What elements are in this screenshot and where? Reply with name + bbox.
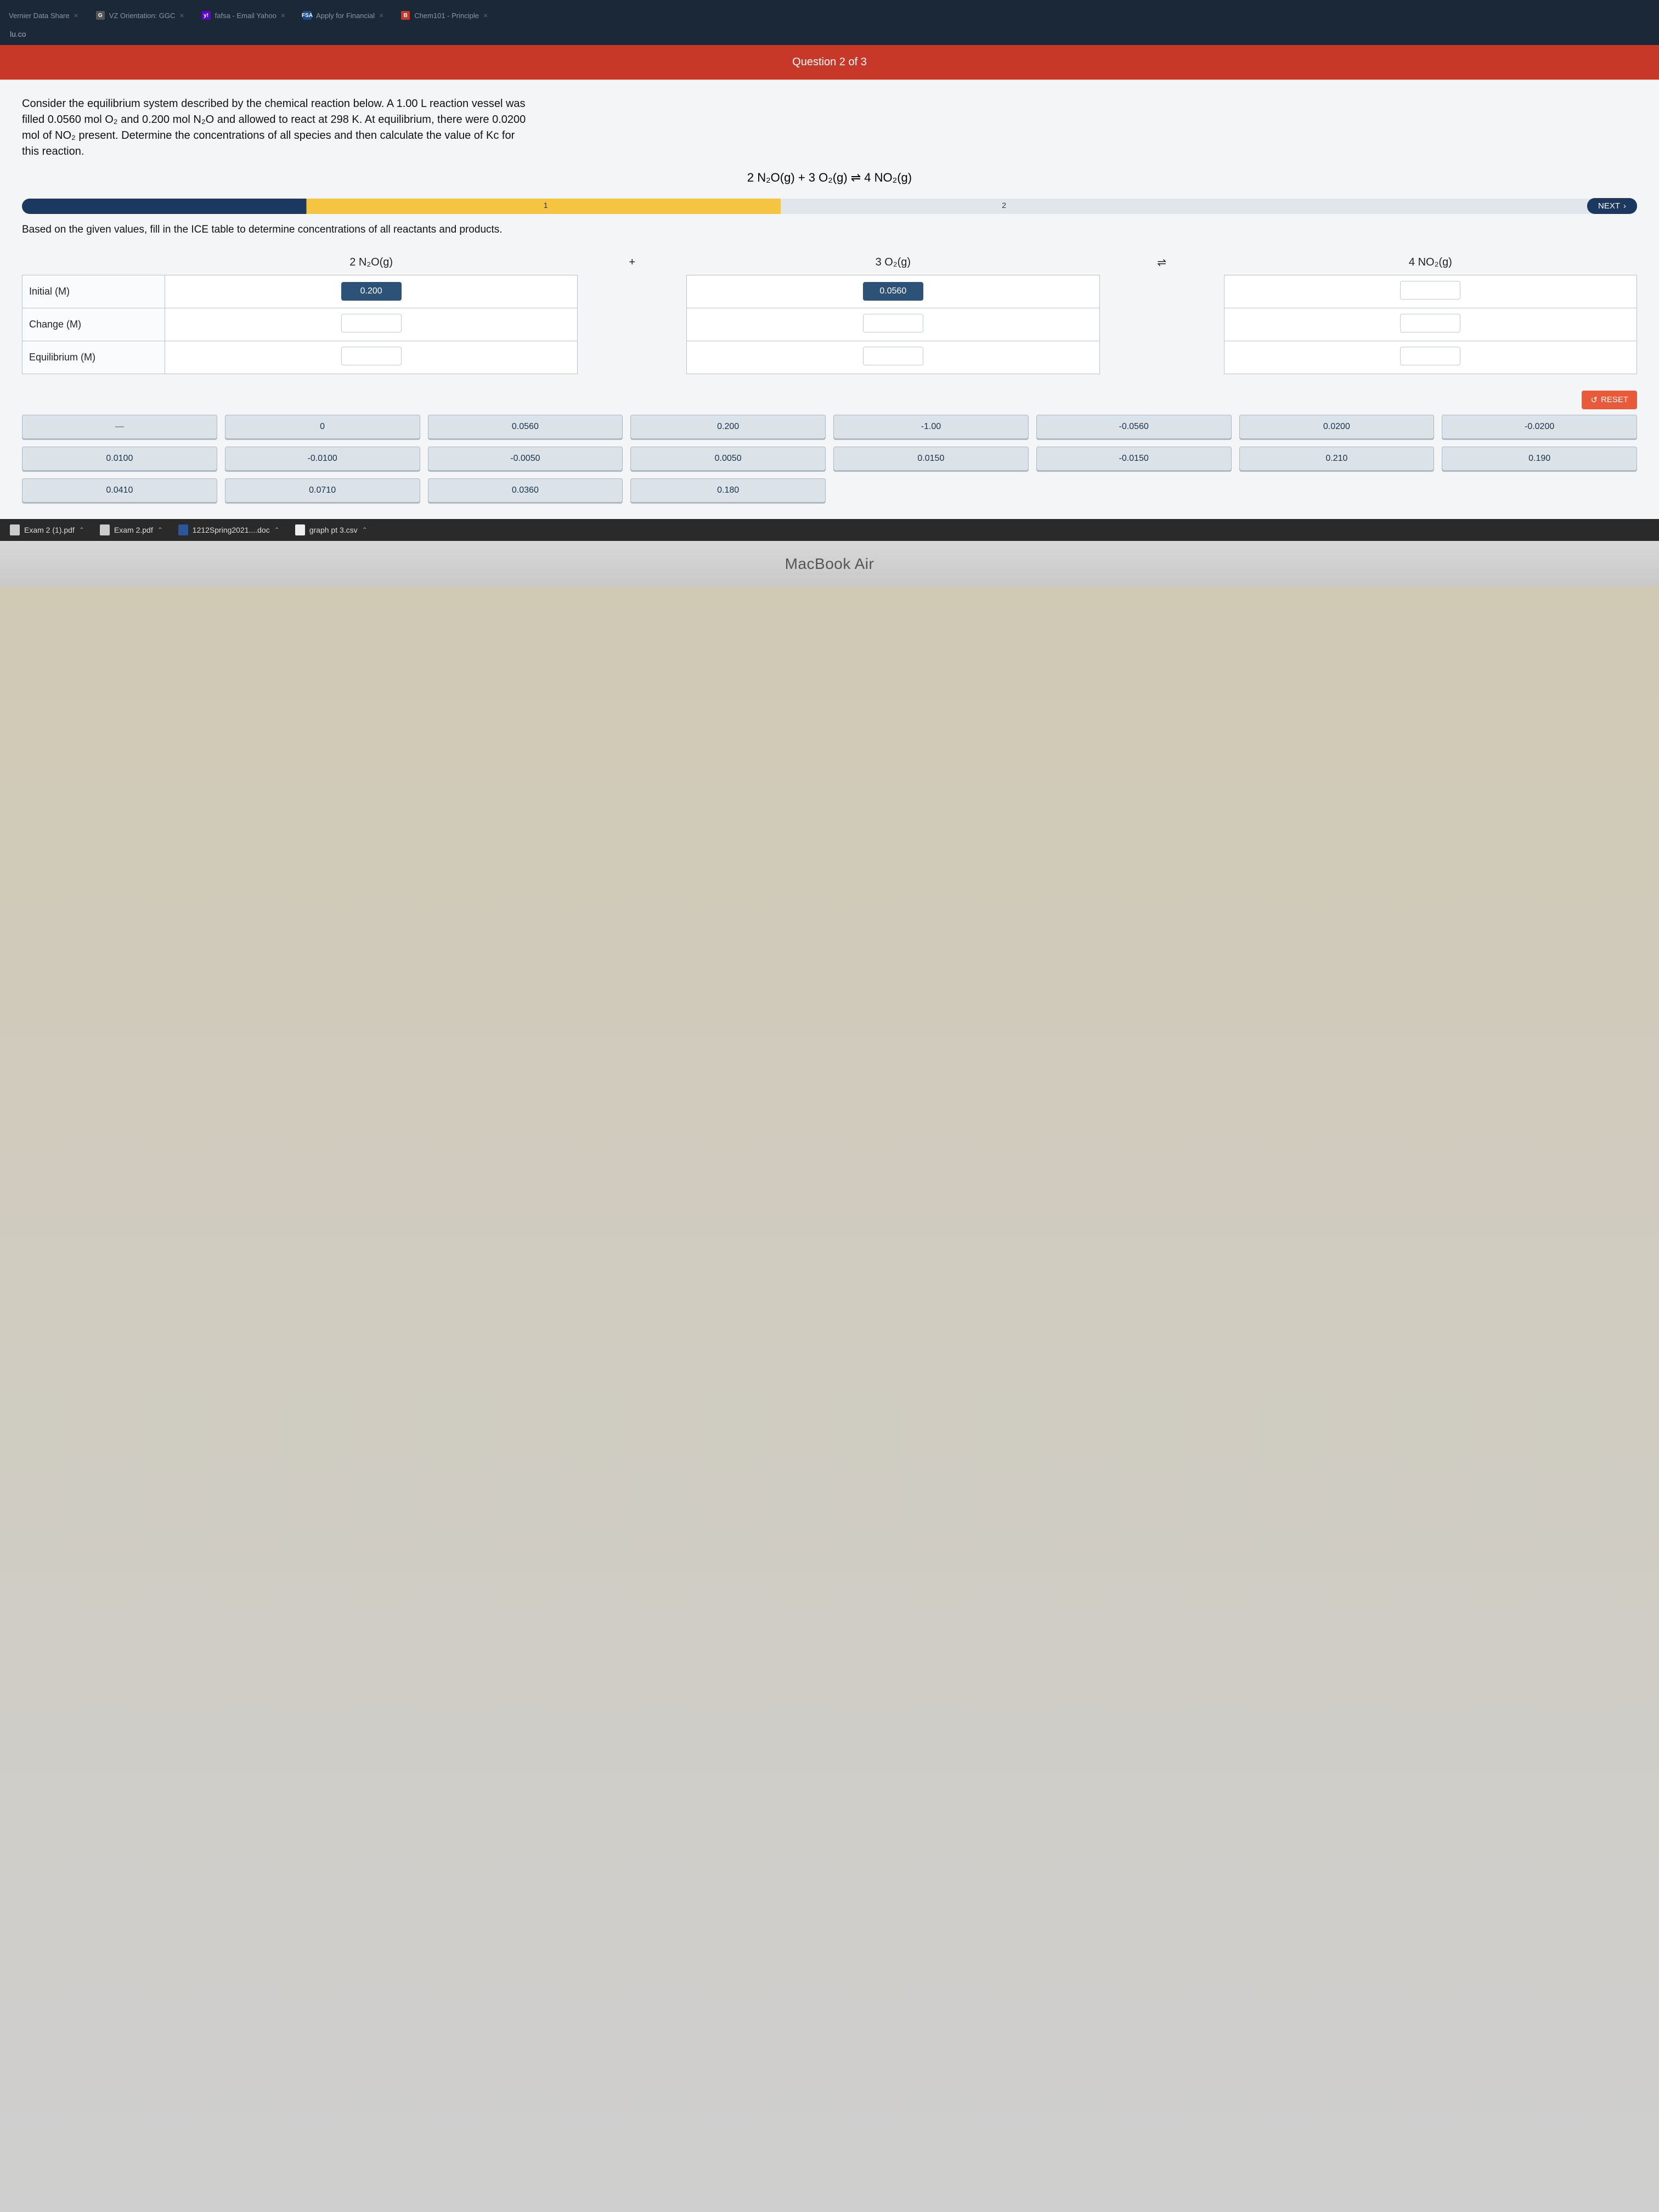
tile[interactable]: 0.0200 [1239, 415, 1435, 439]
col-no2: 4 NO₂(g) [1224, 250, 1637, 275]
table-row-change: Change (M) [22, 308, 1637, 341]
table-row-initial: Initial (M) 0.200 0.0560 [22, 275, 1637, 308]
close-icon[interactable]: × [179, 11, 184, 20]
table-row-equilibrium: Equilibrium (M) [22, 341, 1637, 374]
chevron-right-icon: › [1623, 201, 1626, 211]
cell-change-o2[interactable] [863, 314, 923, 332]
address-text: lu.co [10, 30, 26, 38]
csv-file-icon [295, 524, 305, 535]
favicon-fsa: FSA [303, 11, 312, 20]
col-eq: ⇌ [1099, 250, 1224, 275]
tab-label: VZ Orientation: GGC [109, 12, 176, 20]
download-item[interactable]: 1212Spring2021....doc ⌃ [178, 524, 280, 535]
tile[interactable]: 0.0050 [630, 447, 826, 471]
favicon-chem: B [401, 11, 410, 20]
undo-icon: ↺ [1590, 395, 1598, 405]
close-icon[interactable]: × [281, 11, 285, 20]
tile[interactable]: 0.0100 [22, 447, 217, 471]
step-2-label: 2 [1002, 201, 1006, 210]
tab-label: Apply for Financial [316, 12, 375, 20]
ice-table: 2 N₂O(g) + 3 O₂(g) ⇌ 4 NO₂(g) Initial (M… [22, 250, 1637, 374]
cell-eq-n2o[interactable] [341, 347, 402, 365]
reaction-equation: 2 N₂O(g) + 3 O₂(g) ⇌ 4 NO₂(g) [22, 171, 1637, 185]
favicon-g: G [96, 11, 105, 20]
main-content: Consider the equilibrium system describe… [0, 80, 1659, 519]
tile[interactable]: 0.0710 [225, 478, 420, 503]
cell-change-n2o[interactable] [341, 314, 402, 332]
chevron-up-icon[interactable]: ⌃ [157, 526, 163, 534]
laptop-model-label: MacBook Air [0, 541, 1659, 587]
tab-vz[interactable]: G VZ Orientation: GGC × [87, 5, 193, 25]
reset-button[interactable]: ↺ RESET [1582, 391, 1637, 409]
cell-initial-no2[interactable] [1400, 281, 1460, 300]
tile[interactable]: -0.0100 [225, 447, 420, 471]
col-o2: 3 O₂(g) [687, 250, 1099, 275]
tab-label: Vernier Data Share [9, 12, 70, 20]
reset-label: RESET [1601, 395, 1628, 404]
col-n2o: 2 N₂O(g) [165, 250, 578, 275]
tab-label: Chem101 - Principle [414, 12, 479, 20]
browser-tab-strip: Vernier Data Share × G VZ Orientation: G… [0, 0, 1659, 26]
col-plus: + [578, 250, 687, 275]
step-1-label: 1 [544, 201, 548, 210]
tile[interactable]: 0.0410 [22, 478, 217, 503]
answer-tiles: — 0 0.0560 0.200 -1.00 -0.0560 0.0200 -0… [22, 415, 1637, 503]
word-file-icon [178, 524, 188, 535]
close-icon[interactable]: × [74, 11, 78, 20]
row-initial-label: Initial (M) [22, 275, 165, 308]
question-prompt: Consider the equilibrium system describe… [22, 96, 527, 160]
close-icon[interactable]: × [379, 11, 383, 20]
step-track[interactable]: 1 2 [22, 199, 1602, 214]
download-item[interactable]: graph pt 3.csv ⌃ [295, 524, 368, 535]
chevron-up-icon[interactable]: ⌃ [274, 526, 280, 534]
file-icon [100, 524, 110, 535]
next-button[interactable]: NEXT › [1587, 198, 1637, 214]
question-counter: Question 2 of 3 [792, 56, 867, 68]
download-item[interactable]: Exam 2 (1).pdf ⌃ [10, 524, 84, 535]
next-label: NEXT [1598, 201, 1620, 211]
tile[interactable]: 0.190 [1442, 447, 1637, 471]
tile[interactable]: -0.0050 [428, 447, 623, 471]
favicon-yahoo: y! [202, 11, 211, 20]
tile[interactable]: -1.00 [833, 415, 1029, 439]
tile[interactable]: 0.180 [630, 478, 826, 503]
cell-change-no2[interactable] [1400, 314, 1460, 332]
tile[interactable]: -0.0560 [1036, 415, 1232, 439]
address-bar[interactable]: lu.co [0, 26, 1659, 45]
tile[interactable]: 0.210 [1239, 447, 1435, 471]
tile[interactable]: 0.0150 [833, 447, 1029, 471]
tile[interactable]: -0.0150 [1036, 447, 1232, 471]
cell-eq-o2[interactable] [863, 347, 923, 365]
chevron-up-icon[interactable]: ⌃ [79, 526, 84, 534]
cell-initial-o2[interactable]: 0.0560 [863, 282, 923, 301]
tab-chem101[interactable]: B Chem101 - Principle × [392, 5, 496, 25]
file-icon [10, 524, 20, 535]
tile[interactable]: 0.200 [630, 415, 826, 439]
download-name: graph pt 3.csv [309, 526, 358, 534]
download-name: Exam 2 (1).pdf [24, 526, 75, 534]
row-eq-label: Equilibrium (M) [22, 341, 165, 374]
download-name: 1212Spring2021....doc [193, 526, 270, 534]
cell-initial-n2o[interactable]: 0.200 [341, 282, 402, 301]
tile[interactable]: 0 [225, 415, 420, 439]
tab-label: fafsa - Email Yahoo [215, 12, 276, 20]
download-item[interactable]: Exam 2.pdf ⌃ [100, 524, 163, 535]
tab-yahoo[interactable]: y! fafsa - Email Yahoo × [193, 5, 294, 25]
close-icon[interactable]: × [483, 11, 488, 20]
row-change-label: Change (M) [22, 308, 165, 341]
downloads-bar: Exam 2 (1).pdf ⌃ Exam 2.pdf ⌃ 1212Spring… [0, 519, 1659, 541]
step-progress: 1 2 NEXT › [22, 198, 1637, 214]
tile[interactable]: 0.0360 [428, 478, 623, 503]
tab-fsa[interactable]: FSA Apply for Financial × [294, 5, 392, 25]
tab-vernier[interactable]: Vernier Data Share × [0, 5, 87, 25]
download-name: Exam 2.pdf [114, 526, 153, 534]
chevron-up-icon[interactable]: ⌃ [362, 526, 368, 534]
tile[interactable]: — [22, 415, 217, 439]
question-banner: Question 2 of 3 [0, 45, 1659, 80]
cell-eq-no2[interactable] [1400, 347, 1460, 365]
tile[interactable]: 0.0560 [428, 415, 623, 439]
tile[interactable]: -0.0200 [1442, 415, 1637, 439]
sub-prompt: Based on the given values, fill in the I… [22, 224, 1637, 236]
